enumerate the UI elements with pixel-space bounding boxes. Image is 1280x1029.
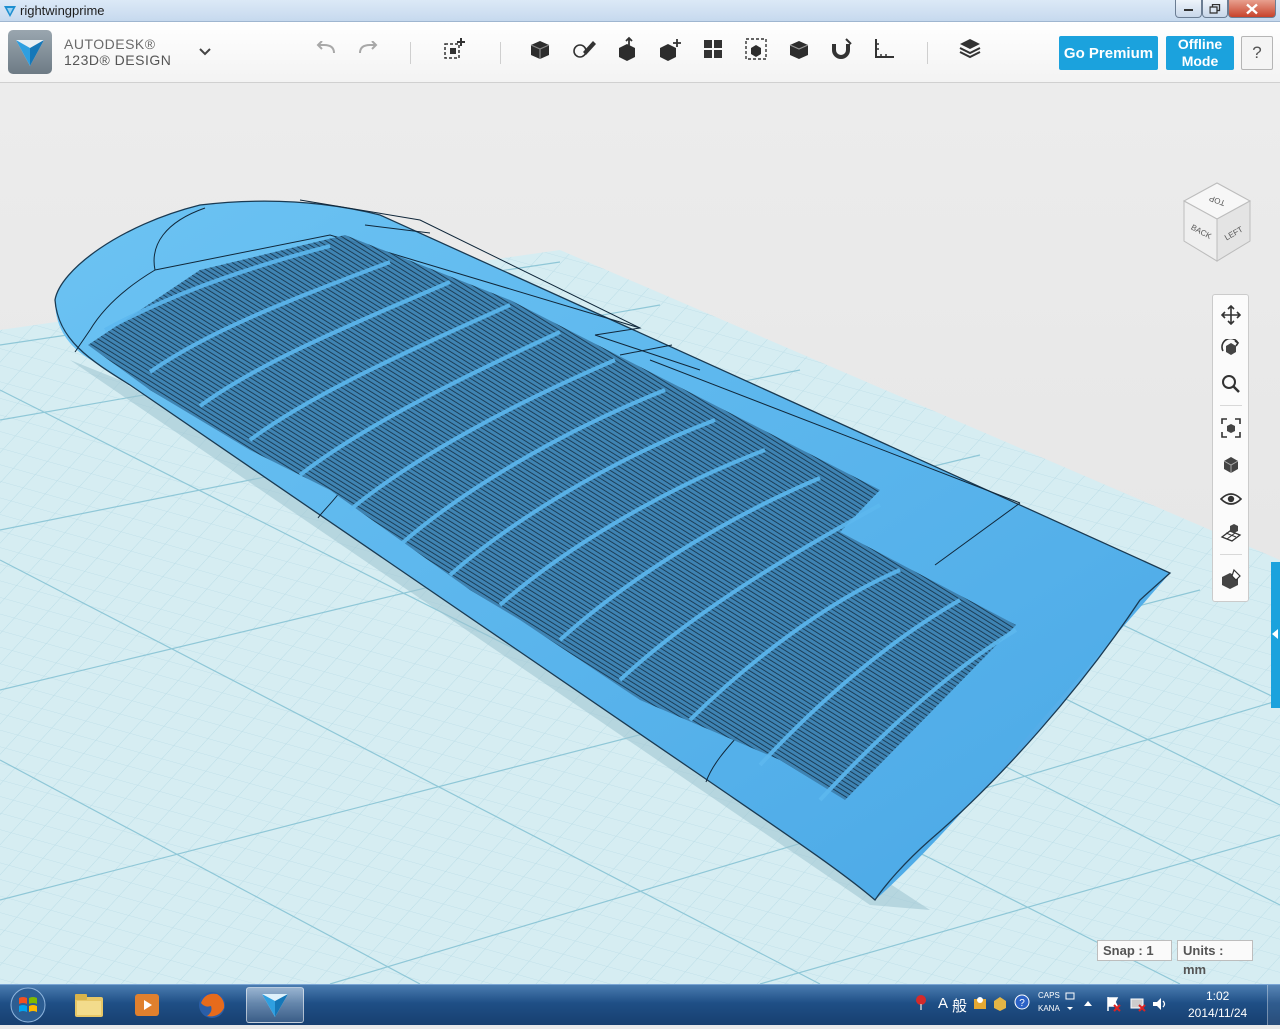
app-menu-logo[interactable] (8, 30, 52, 74)
taskbar-firefox[interactable] (183, 987, 241, 1023)
brand-product: 123D® DESIGN (64, 52, 172, 68)
show-desktop-button[interactable] (1267, 985, 1280, 1025)
toolbar-separator (927, 42, 928, 64)
toolbar-separator (500, 42, 501, 64)
view-modes-button[interactable] (1217, 450, 1245, 478)
offline-mode-button[interactable]: Offline Mode (1166, 36, 1234, 70)
sketch-button[interactable] (569, 34, 599, 64)
ime-options-icon (1065, 992, 1075, 1010)
folder-icon (75, 994, 103, 1017)
taskbar: A 般 ? CAPS KANA 1:02 2014/11/24 (0, 984, 1280, 1025)
orbit-button[interactable] (1217, 335, 1245, 363)
pan-button[interactable] (1217, 301, 1245, 329)
help-button[interactable]: ? (1241, 36, 1273, 70)
windows-logo-icon (10, 987, 46, 1023)
taskbar-media-player[interactable] (118, 987, 176, 1023)
app-toolbar: AUTODESK® 123D® DESIGN Go Premium Offlin… (0, 22, 1280, 83)
layers-material-icon (959, 39, 981, 59)
pattern-button[interactable] (698, 34, 728, 64)
eye-icon (1220, 493, 1242, 505)
zoom-magnifier-icon (1222, 375, 1240, 393)
toolbar-separator (410, 42, 411, 64)
chevron-left-icon (1272, 629, 1278, 639)
taskbar-123d-design[interactable] (246, 987, 304, 1023)
grouping-button[interactable] (741, 34, 771, 64)
clock-date[interactable]: 2014/11/24 (1188, 1006, 1247, 1020)
grouping-icon (745, 38, 767, 60)
taskbar-explorer[interactable] (60, 987, 118, 1023)
construct-button[interactable] (612, 34, 642, 64)
fit-view-icon (1221, 418, 1241, 438)
view-mode-cube-icon (1223, 457, 1239, 473)
action-center-flag-icon (1107, 997, 1121, 1012)
grid-toggle-icon (1220, 524, 1242, 542)
undo-button[interactable] (311, 34, 341, 64)
fit-button[interactable] (1217, 414, 1245, 442)
firefox-icon (199, 992, 225, 1018)
pan-icon (1221, 305, 1241, 325)
brand-autodesk: AUTODESK® (64, 36, 156, 52)
caps-indicator: CAPS (1038, 991, 1060, 1000)
start-button[interactable] (6, 986, 50, 1024)
pattern-icon (704, 40, 722, 58)
grid-toggle-button[interactable] (1217, 519, 1245, 547)
snap-button[interactable] (826, 34, 856, 64)
close-button[interactable] (1228, 0, 1276, 18)
scene-canvas (0, 83, 1280, 984)
navbar-separator (1220, 405, 1242, 406)
view-cube[interactable]: TOP BACK LEFT (1180, 179, 1254, 265)
sketch-pencil-icon (573, 41, 596, 58)
modify-button[interactable] (655, 34, 685, 64)
network-icon (1130, 998, 1146, 1012)
visibility-button[interactable] (1217, 485, 1245, 513)
navigation-bar (1212, 294, 1249, 602)
media-player-icon (135, 994, 159, 1016)
restore-button[interactable] (1202, 0, 1228, 18)
measure-button[interactable] (869, 34, 899, 64)
notification-pin-icon (916, 995, 926, 1010)
side-panel-tab[interactable] (1271, 562, 1280, 708)
combine-button[interactable] (784, 34, 814, 64)
volume-icon (1153, 998, 1166, 1010)
units-indicator[interactable]: Units : mm (1177, 940, 1253, 977)
ime-dictionary-icon (994, 997, 1006, 1011)
transform-icon (444, 38, 465, 59)
chevron-down-icon[interactable] (196, 44, 214, 60)
show-hidden-icons-icon (1084, 1001, 1092, 1006)
primitives-button[interactable] (525, 34, 555, 64)
svg-text:?: ? (1019, 998, 1025, 1009)
modify-move-icon (660, 39, 681, 61)
window-title: rightwingprime (20, 3, 105, 18)
zoom-button[interactable] (1217, 370, 1245, 398)
combine-icon (789, 41, 809, 59)
ime-mode-indicator[interactable]: A (938, 995, 948, 1012)
kana-indicator: KANA (1038, 1004, 1060, 1013)
materials-button[interactable] (1217, 565, 1245, 593)
help-circle-icon: ? (1014, 994, 1030, 1010)
ime-tool-icon (974, 997, 986, 1009)
material-paint-icon (1222, 568, 1241, 589)
offline-label-line1: Offline (1177, 36, 1223, 52)
redo-icon (359, 41, 378, 54)
undo-icon (316, 41, 335, 54)
ime-label[interactable]: 般 (952, 995, 967, 1016)
minimize-button[interactable] (1175, 0, 1202, 18)
magnet-snap-icon (832, 38, 852, 59)
window-title-bar: rightwingprime (0, 0, 1280, 22)
go-premium-button[interactable]: Go Premium (1059, 36, 1158, 70)
orbit-icon (1221, 339, 1240, 355)
offline-label-line2: Mode (1181, 53, 1219, 69)
snap-indicator[interactable]: Snap : 1 (1097, 940, 1172, 961)
app-logo-icon (3, 4, 17, 23)
clock-time[interactable]: 1:02 (1206, 989, 1229, 1003)
material-button[interactable] (955, 34, 985, 64)
construct-extrude-icon (619, 36, 635, 61)
transform-button[interactable] (440, 34, 470, 64)
redo-button[interactable] (353, 34, 383, 64)
ruler-measure-icon (875, 39, 894, 58)
box-primitive-icon (530, 41, 550, 59)
123d-design-icon (262, 994, 288, 1017)
3d-viewport[interactable]: TOP BACK LEFT Snap: 1 Units: mm (0, 83, 1280, 984)
navbar-separator (1220, 554, 1242, 555)
